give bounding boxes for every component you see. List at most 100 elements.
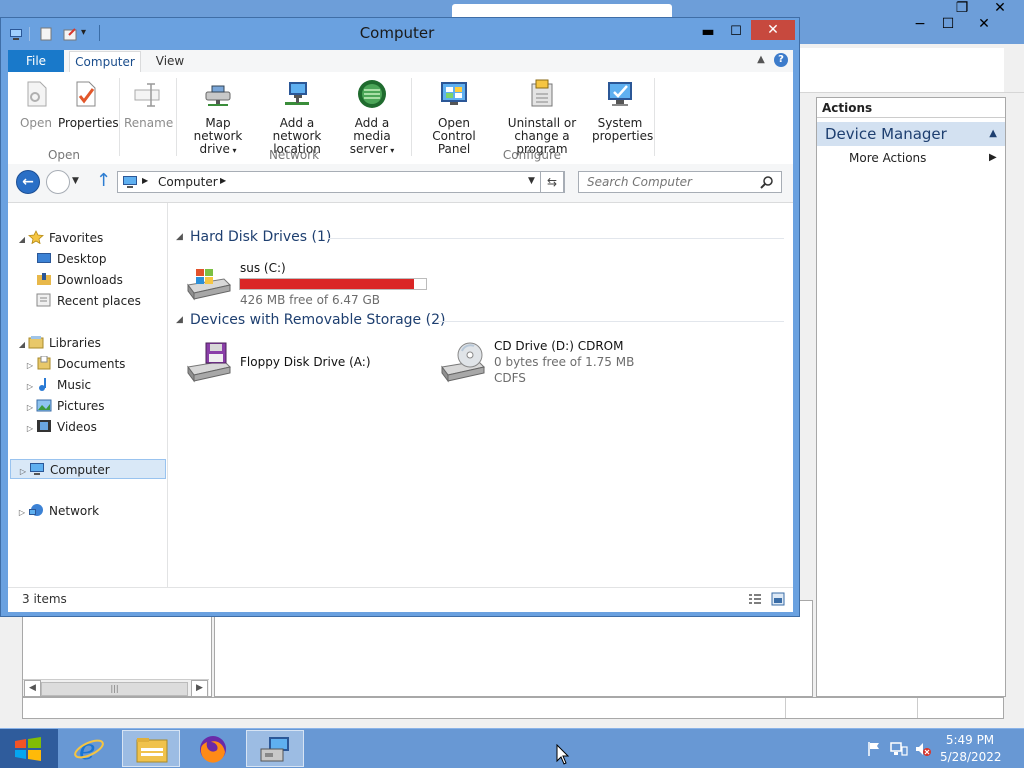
- expand-icon[interactable]: ▷: [24, 377, 36, 397]
- nav-network[interactable]: ▷ Network: [16, 501, 99, 521]
- collapse-up-icon[interactable]: ▲: [989, 122, 997, 146]
- nav-recent-places-label: Recent places: [57, 294, 141, 308]
- refresh-button[interactable]: ⇆: [540, 171, 564, 193]
- more-actions-item[interactable]: More Actions ▶: [849, 150, 999, 166]
- floppy-drive-name: Floppy Disk Drive (A:): [240, 355, 371, 369]
- properties-button[interactable]: Properties: [58, 78, 119, 130]
- nav-videos[interactable]: ▷ Videos: [24, 417, 97, 437]
- clock-date[interactable]: 5/28/2022: [940, 750, 1002, 764]
- recent-places-icon: [36, 293, 51, 307]
- status-divider: [917, 698, 918, 718]
- ribbon-collapse-icon[interactable]: ▲: [754, 53, 768, 67]
- tab-computer[interactable]: Computer: [69, 51, 141, 73]
- open-button[interactable]: Open: [14, 78, 58, 130]
- start-button[interactable]: [0, 729, 58, 768]
- group-configure-label: Configure: [502, 148, 562, 162]
- expand-icon[interactable]: ▷: [24, 419, 36, 439]
- removable-storage-group-header[interactable]: Devices with Removable Storage (2): [190, 312, 445, 328]
- nav-favorites[interactable]: ◢ Favorites: [16, 228, 103, 248]
- bg-maximize-button[interactable]: ☐: [934, 14, 962, 34]
- group-divider: [328, 238, 784, 239]
- close-button[interactable]: ✕: [751, 20, 795, 40]
- floppy-drive-icon: [187, 342, 231, 383]
- address-bar[interactable]: ▶ Computer ▶ ▼: [117, 171, 565, 193]
- scroll-right-button[interactable]: ▶: [191, 680, 208, 697]
- add-network-location-button[interactable]: Add a network location: [256, 78, 338, 156]
- device-manager-statusbar: [22, 697, 1004, 719]
- scroll-left-button[interactable]: ◀: [24, 680, 41, 697]
- address-history-dropdown[interactable]: ▼: [528, 176, 535, 186]
- floppy-drive-item[interactable]: Floppy Disk Drive (A:): [182, 339, 422, 387]
- nav-documents[interactable]: ▷ Documents: [24, 354, 125, 374]
- search-input[interactable]: [587, 174, 757, 190]
- clock-time[interactable]: 5:49 PM: [940, 733, 1000, 747]
- taskbar-internet-explorer[interactable]: e: [60, 730, 118, 767]
- actions-device-manager[interactable]: Device Manager ▲: [817, 122, 1005, 146]
- tab-file[interactable]: File: [8, 50, 64, 72]
- background-tab[interactable]: [452, 4, 672, 18]
- collapse-icon[interactable]: ◢: [16, 230, 28, 250]
- bg-close-button[interactable]: ✕: [970, 14, 998, 34]
- up-arrow-icon[interactable]: ↑: [96, 171, 112, 191]
- system-properties-button[interactable]: System properties: [592, 78, 654, 143]
- taskbar: e 5:49 PM 5/28/2022: [0, 728, 1024, 768]
- nav-downloads[interactable]: Downloads: [36, 270, 123, 290]
- group-divider: [438, 321, 784, 322]
- ribbon-separator: [654, 78, 655, 156]
- explorer-titlebar[interactable]: ▾ Computer ▬ ☐ ✕: [1, 18, 799, 50]
- breadcrumb-chevron-icon[interactable]: ▶: [220, 176, 226, 185]
- more-actions-label: More Actions: [849, 151, 927, 165]
- taskbar-file-explorer[interactable]: [122, 730, 180, 767]
- cd-drive-item[interactable]: CD Drive (D:) CDROM 0 bytes free of 1.75…: [436, 339, 676, 387]
- rename-button[interactable]: Rename: [124, 78, 173, 130]
- nav-pictures[interactable]: ▷ Pictures: [24, 396, 105, 416]
- recent-locations-dropdown[interactable]: ▼: [72, 176, 79, 186]
- rename-icon: [134, 83, 160, 107]
- hard-disk-group-header[interactable]: Hard Disk Drives (1): [190, 229, 331, 245]
- taskbar-device-manager[interactable]: [246, 730, 304, 767]
- system-properties-label-2: properties: [592, 129, 654, 143]
- drive-c-free-space: 426 MB free of 6.47 GB: [240, 293, 381, 307]
- search-icon[interactable]: [759, 174, 775, 190]
- minimize-button[interactable]: ▬: [695, 22, 721, 42]
- network-location-icon: [285, 82, 309, 105]
- drive-c-item[interactable]: sus (C:) 426 MB free of 6.47 GB: [182, 259, 442, 309]
- help-icon[interactable]: ?: [774, 53, 788, 67]
- maximize-button[interactable]: ☐: [723, 22, 749, 42]
- tab-view[interactable]: View: [148, 50, 192, 72]
- nav-computer[interactable]: ▷ Computer: [10, 459, 166, 479]
- collapse-icon[interactable]: ◢: [16, 335, 28, 355]
- expand-icon[interactable]: ▷: [17, 462, 29, 482]
- scroll-thumb[interactable]: |||: [41, 682, 188, 696]
- network-tray-icon[interactable]: [890, 741, 908, 757]
- add-media-server-button[interactable]: Add a media server ▾: [338, 78, 406, 157]
- action-center-flag-icon[interactable]: [866, 741, 882, 757]
- uninstall-program-button[interactable]: Uninstall or change a program: [492, 78, 592, 156]
- expand-icon[interactable]: ▷: [24, 356, 36, 376]
- status-bar: 3 items: [8, 587, 793, 612]
- map-network-drive-button[interactable]: Map network drive ▾: [180, 78, 256, 157]
- submenu-arrow-icon: ▶: [989, 152, 997, 163]
- large-icons-view-icon[interactable]: [771, 592, 785, 606]
- nav-libraries[interactable]: ◢ Libraries: [16, 333, 101, 353]
- open-control-panel-button[interactable]: Open Control Panel: [416, 78, 492, 156]
- actions-header: Actions: [817, 98, 1005, 118]
- bg-minimize-button[interactable]: −: [906, 14, 934, 34]
- search-box[interactable]: [578, 171, 782, 193]
- taskbar-firefox[interactable]: [184, 730, 242, 767]
- group-collapse-icon[interactable]: ◢: [176, 315, 183, 325]
- nav-desktop[interactable]: Desktop: [36, 249, 107, 269]
- nav-music[interactable]: ▷ Music: [24, 375, 91, 395]
- forward-button[interactable]: [46, 170, 70, 194]
- system-properties-icon: [608, 82, 632, 106]
- expand-icon[interactable]: ▷: [24, 398, 36, 418]
- details-view-icon[interactable]: [748, 592, 762, 606]
- group-collapse-icon[interactable]: ◢: [176, 232, 183, 242]
- breadcrumb-chevron-icon[interactable]: ▶: [142, 176, 148, 185]
- breadcrumb-computer[interactable]: Computer: [158, 175, 218, 189]
- expand-icon[interactable]: ▷: [16, 503, 28, 523]
- volume-muted-icon[interactable]: [914, 741, 932, 757]
- back-button[interactable]: ←: [16, 170, 40, 194]
- nav-recent-places[interactable]: Recent places: [36, 291, 141, 311]
- horizontal-scrollbar[interactable]: ◀ ||| ▶: [23, 679, 209, 697]
